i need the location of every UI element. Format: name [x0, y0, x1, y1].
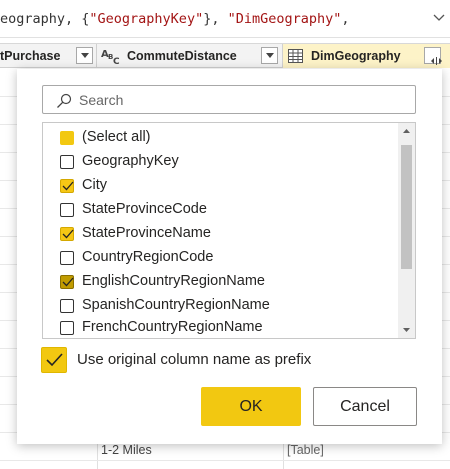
scrollbar-thumb[interactable] [401, 145, 412, 269]
column-checkbox[interactable] [60, 299, 74, 313]
column-item-label: (Select all) [82, 129, 151, 145]
column-item-label: StateProvinceName [82, 225, 211, 241]
scroll-down-arrow-icon[interactable] [398, 321, 415, 338]
grid-row-line [0, 460, 450, 461]
column-item-label: City [82, 177, 107, 193]
column-checkbox[interactable] [60, 227, 74, 241]
column-header-commute[interactable]: ABC CommuteDistance [97, 44, 283, 68]
column-item-label: GeographyKey [82, 153, 179, 169]
checkmark-icon [62, 181, 74, 191]
svg-text:C: C [113, 57, 120, 65]
column-list-item[interactable]: CountryRegionCode [60, 248, 380, 270]
power-query-editor: eography, {"GeographyKey"}, "DimGeograph… [0, 0, 450, 469]
column-header-row: tPurchase ABC CommuteDistance DimGeograp… [0, 43, 450, 68]
formula-text[interactable]: eography, {"GeographyKey"}, "DimGeograph… [0, 11, 350, 27]
column-checkbox[interactable] [60, 251, 74, 265]
prefix-label: Use original column name as prefix [77, 351, 312, 368]
column-item-label: FrenchCountryRegionName [82, 319, 263, 335]
column-filter-button[interactable] [76, 47, 93, 64]
cancel-button[interactable]: Cancel [313, 387, 417, 426]
column-checkbox[interactable] [60, 131, 74, 145]
column-checkbox[interactable] [60, 203, 74, 217]
column-list[interactable]: (Select all) GeographyKey City StateProvinc… [42, 122, 416, 339]
column-checkbox[interactable] [60, 321, 74, 335]
prefix-checkbox[interactable] [41, 347, 67, 373]
column-filter-button[interactable] [261, 47, 278, 64]
checkmark-icon [46, 353, 63, 367]
column-item-label: SpanishCountryRegionName [82, 297, 270, 313]
search-icon [56, 93, 72, 109]
column-label: DimGeography [311, 49, 401, 63]
checkmark-icon [62, 229, 74, 239]
column-checkbox[interactable] [60, 275, 74, 289]
column-list-item[interactable]: EnglishCountryRegionName [60, 272, 380, 294]
prefix-option[interactable]: Use original column name as prefix [41, 347, 401, 373]
table-cell[interactable]: 1-2 Miles [101, 443, 152, 457]
column-label: tPurchase [0, 49, 61, 63]
column-list-item[interactable]: SpanishCountryRegionName [60, 296, 380, 318]
column-list-item[interactable]: City [60, 176, 380, 198]
column-header-purchase[interactable]: tPurchase [0, 44, 97, 68]
expand-column-button[interactable] [424, 47, 442, 65]
column-item-label: EnglishCountryRegionName [82, 273, 265, 289]
scroll-up-arrow-icon[interactable] [398, 123, 415, 140]
search-box[interactable] [42, 85, 416, 114]
column-item-label: StateProvinceCode [82, 201, 207, 217]
formula-bar[interactable]: eography, {"GeographyKey"}, "DimGeograph… [0, 0, 450, 38]
column-header-dimgeography[interactable]: DimGeography [283, 44, 450, 68]
column-list-item[interactable]: (Select all) [60, 128, 380, 150]
table-cell-link[interactable]: [Table] [287, 443, 324, 457]
table-type-icon [288, 49, 303, 63]
expand-columns-dialog: (Select all) GeographyKey City StateProvinc… [17, 69, 442, 444]
text-type-icon: ABC [101, 47, 123, 67]
ok-button[interactable]: OK [201, 387, 301, 426]
column-item-label: CountryRegionCode [82, 249, 214, 265]
column-checkbox[interactable] [60, 155, 74, 169]
checkmark-icon [62, 277, 74, 287]
column-list-item[interactable]: FrenchCountryRegionName [60, 318, 380, 338]
column-list-item[interactable]: GeographyKey [60, 152, 380, 174]
column-checkbox[interactable] [60, 179, 74, 193]
search-input[interactable] [79, 90, 399, 110]
column-list-item[interactable]: StateProvinceCode [60, 200, 380, 222]
column-label: CommuteDistance [127, 49, 237, 63]
column-list-item[interactable]: StateProvinceName [60, 224, 380, 246]
scrollbar[interactable] [398, 123, 415, 338]
chevron-down-icon[interactable] [432, 10, 446, 24]
